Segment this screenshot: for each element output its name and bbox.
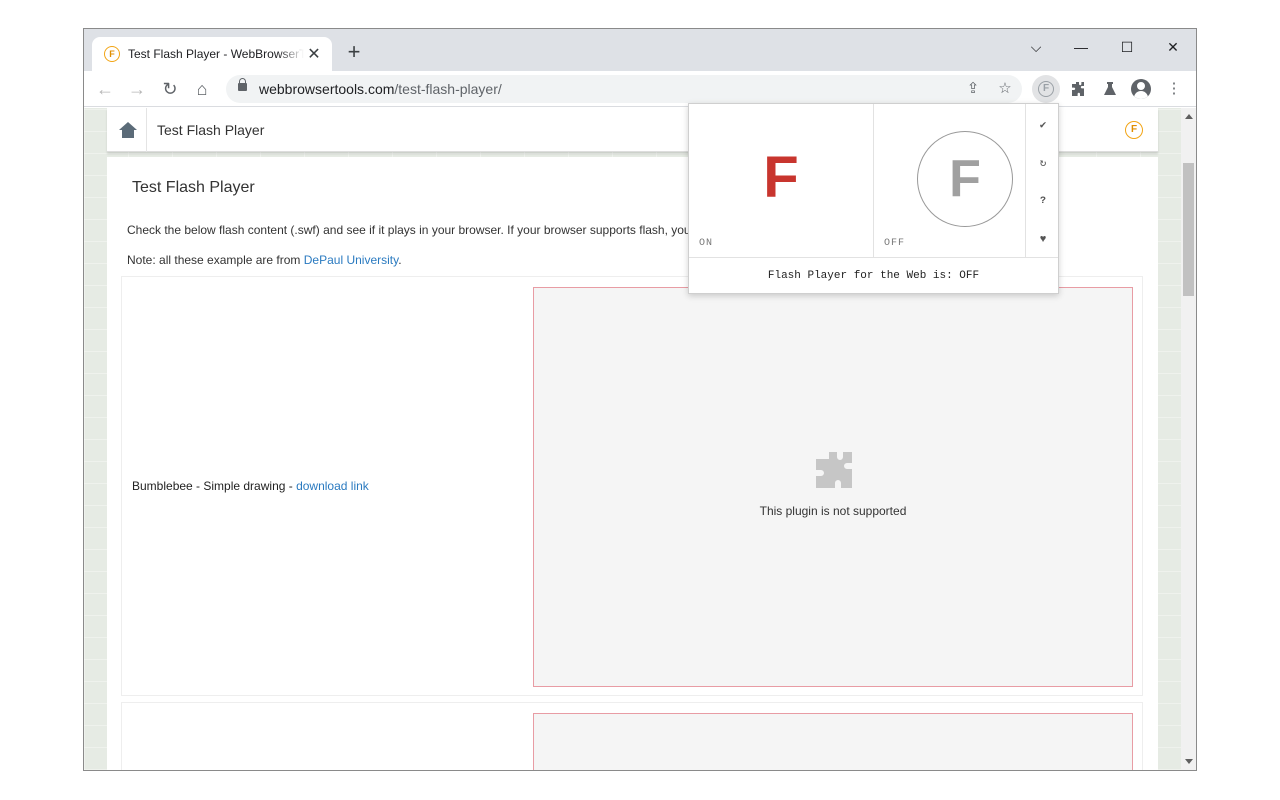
labs-flask-icon[interactable] xyxy=(1098,77,1122,101)
flash-on-option[interactable]: F ON xyxy=(689,104,874,257)
help-icon[interactable]: ? xyxy=(1026,192,1060,212)
minimize-button[interactable]: — xyxy=(1066,35,1096,59)
off-label: OFF xyxy=(884,238,906,249)
scroll-up-arrow-icon[interactable] xyxy=(1185,114,1193,119)
flash-plugin-area[interactable] xyxy=(533,713,1133,770)
home-icon[interactable]: ⌂ xyxy=(189,76,215,102)
site-flash-icon[interactable]: F xyxy=(1125,121,1143,139)
flash-on-icon: F xyxy=(763,145,799,210)
depaul-link[interactable]: DePaul University xyxy=(304,253,398,267)
back-icon[interactable]: ← xyxy=(92,76,118,102)
browser-toolbar: ← → ↻ ⌂ webbrowsertools.com/test-flash-p… xyxy=(84,71,1196,107)
download-link[interactable]: download link xyxy=(296,479,369,493)
flash-plugin-area[interactable]: This plugin is not supported xyxy=(533,287,1133,687)
example-label: Bumblebee - Simple drawing - download li… xyxy=(132,479,369,493)
menu-kebab-icon[interactable]: ⋮ xyxy=(1162,77,1186,101)
page-note: Note: all these example are from DePaul … xyxy=(127,253,402,267)
profile-avatar[interactable] xyxy=(1131,79,1151,99)
extensions-puzzle-icon[interactable] xyxy=(1066,77,1090,101)
bookmark-star-icon[interactable]: ☆ xyxy=(994,78,1016,100)
share-icon[interactable]: ⇪ xyxy=(962,78,984,100)
url-text[interactable]: webbrowsertools.com/test-flash-player/ xyxy=(259,81,502,97)
flash-example-row xyxy=(121,702,1143,770)
tab-favicon-icon: F xyxy=(104,46,120,62)
flash-off-icon: F xyxy=(917,131,1013,227)
page-scrollbar[interactable] xyxy=(1181,108,1196,770)
heart-icon[interactable]: ♥ xyxy=(1026,230,1060,250)
check-icon[interactable]: ✔ xyxy=(1026,116,1060,136)
page-title: Test Flash Player xyxy=(132,179,255,196)
flash-off-option[interactable]: F OFF xyxy=(874,104,1026,257)
plugin-unsupported-message: This plugin is not supported xyxy=(759,504,907,518)
site-home-icon[interactable] xyxy=(107,108,147,152)
new-tab-button[interactable]: + xyxy=(342,41,366,65)
site-header-title: Test Flash Player xyxy=(157,122,265,138)
plugin-puzzle-icon xyxy=(816,452,852,488)
flash-extension-icon: F xyxy=(1038,81,1054,97)
flash-extension-button[interactable]: F xyxy=(1032,75,1060,103)
page-description: Check the below flash content (.swf) and… xyxy=(127,223,707,237)
address-bar[interactable]: webbrowsertools.com/test-flash-player/ ⇪… xyxy=(226,75,1022,103)
tab-strip: F Test Flash Player - WebBrowserTools ✕ … xyxy=(84,29,1196,71)
on-label: ON xyxy=(699,238,714,249)
tab-search-chevron-icon[interactable]: ⌵ xyxy=(1021,35,1051,59)
flash-extension-popup: F ON F OFF ✔ ↻ ? ♥ Flash Player for the … xyxy=(688,103,1059,294)
maximize-button[interactable]: ☐ xyxy=(1112,35,1142,59)
scroll-down-arrow-icon[interactable] xyxy=(1185,759,1193,764)
tab-title: Test Flash Player - WebBrowserTools xyxy=(128,47,304,61)
reload-icon[interactable]: ↻ xyxy=(157,76,183,102)
flash-example-row: Bumblebee - Simple drawing - download li… xyxy=(121,276,1143,696)
scroll-thumb[interactable] xyxy=(1183,163,1194,296)
popup-side-toolbar: ✔ ↻ ? ♥ xyxy=(1026,104,1060,257)
tab-test-flash-player[interactable]: F Test Flash Player - WebBrowserTools ✕ xyxy=(92,37,332,71)
refresh-icon[interactable]: ↻ xyxy=(1026,154,1060,174)
tab-close-icon[interactable]: ✕ xyxy=(306,44,322,64)
flash-status-text: Flash Player for the Web is: OFF xyxy=(689,257,1058,294)
close-window-button[interactable]: ✕ xyxy=(1158,35,1188,59)
lock-icon[interactable] xyxy=(238,78,247,91)
forward-icon[interactable]: → xyxy=(124,76,150,102)
